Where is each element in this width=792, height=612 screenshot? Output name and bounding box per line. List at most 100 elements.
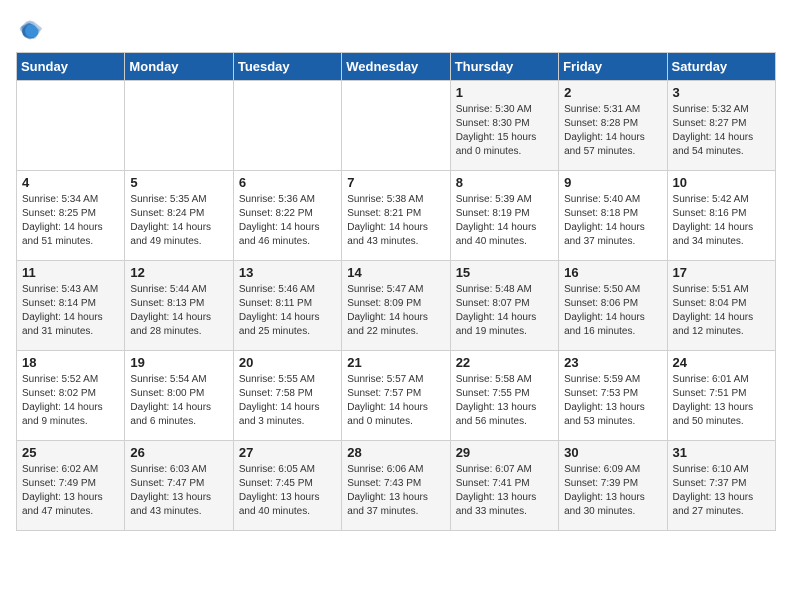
- calendar-cell-w3-d2: 13 Sunrise: 5:46 AM Sunset: 8:11 PM Dayli…: [233, 261, 341, 351]
- day-number: 27: [239, 445, 336, 460]
- day-number: 6: [239, 175, 336, 190]
- calendar-cell-w3-d6: 17 Sunrise: 5:51 AM Sunset: 8:04 PM Dayli…: [667, 261, 775, 351]
- day-number: 10: [673, 175, 770, 190]
- day-number: 5: [130, 175, 227, 190]
- calendar-cell-w4-d6: 24 Sunrise: 6:01 AM Sunset: 7:51 PM Dayli…: [667, 351, 775, 441]
- day-info: Sunrise: 5:46 AM Sunset: 8:11 PM Dayligh…: [239, 283, 336, 339]
- day-number: 17: [673, 265, 770, 280]
- day-number: 15: [456, 265, 553, 280]
- day-number: 22: [456, 355, 553, 370]
- day-info: Sunrise: 5:55 AM Sunset: 7:58 PM Dayligh…: [239, 373, 336, 429]
- week-row-4: 18 Sunrise: 5:52 AM Sunset: 8:02 PM Dayli…: [17, 351, 776, 441]
- day-number: 30: [564, 445, 661, 460]
- day-info: Sunrise: 5:39 AM Sunset: 8:19 PM Dayligh…: [456, 193, 553, 249]
- calendar-header: SundayMondayTuesdayWednesdayThursdayFrid…: [17, 53, 776, 81]
- day-number: 24: [673, 355, 770, 370]
- day-number: 2: [564, 85, 661, 100]
- day-number: 29: [456, 445, 553, 460]
- day-info: Sunrise: 5:43 AM Sunset: 8:14 PM Dayligh…: [22, 283, 119, 339]
- calendar-cell-w4-d3: 21Sunrise: 5:57 AM Sunset: 7:57 PM Dayli…: [342, 351, 450, 441]
- week-row-2: 4 Sunrise: 5:34 AM Sunset: 8:25 PM Daylig…: [17, 171, 776, 261]
- calendar-cell-w5-d5: 30 Sunrise: 6:09 AM Sunset: 7:39 PM Dayli…: [559, 441, 667, 531]
- weekday-sunday: Sunday: [17, 53, 125, 81]
- calendar-cell-w4-d0: 18 Sunrise: 5:52 AM Sunset: 8:02 PM Dayli…: [17, 351, 125, 441]
- day-info: Sunrise: 5:57 AM Sunset: 7:57 PM Dayligh…: [347, 373, 444, 429]
- day-info: Sunrise: 5:54 AM Sunset: 8:00 PM Dayligh…: [130, 373, 227, 429]
- day-number: 25: [22, 445, 119, 460]
- day-info: Sunrise: 5:36 AM Sunset: 8:22 PM Dayligh…: [239, 193, 336, 249]
- calendar-cell-w2-d4: 8 Sunrise: 5:39 AM Sunset: 8:19 PM Daylig…: [450, 171, 558, 261]
- page-header: [16, 16, 776, 44]
- day-info: Sunrise: 5:50 AM Sunset: 8:06 PM Dayligh…: [564, 283, 661, 339]
- calendar-cell-w1-d6: 3 Sunrise: 5:32 AM Sunset: 8:27 PM Daylig…: [667, 81, 775, 171]
- day-info: Sunrise: 6:10 AM Sunset: 7:37 PM Dayligh…: [673, 463, 770, 519]
- day-info: Sunrise: 6:03 AM Sunset: 7:47 PM Dayligh…: [130, 463, 227, 519]
- day-info: Sunrise: 5:52 AM Sunset: 8:02 PM Dayligh…: [22, 373, 119, 429]
- calendar-cell-w5-d4: 29 Sunrise: 6:07 AM Sunset: 7:41 PM Dayli…: [450, 441, 558, 531]
- day-info: Sunrise: 5:47 AM Sunset: 8:09 PM Dayligh…: [347, 283, 444, 339]
- day-number: 9: [564, 175, 661, 190]
- day-number: 11: [22, 265, 119, 280]
- day-number: 14: [347, 265, 444, 280]
- day-info: Sunrise: 6:09 AM Sunset: 7:39 PM Dayligh…: [564, 463, 661, 519]
- calendar-cell-w4-d2: 20 Sunrise: 5:55 AM Sunset: 7:58 PM Dayli…: [233, 351, 341, 441]
- calendar-cell-w5-d2: 27 Sunrise: 6:05 AM Sunset: 7:45 PM Dayli…: [233, 441, 341, 531]
- calendar-cell-w5-d6: 31Sunrise: 6:10 AM Sunset: 7:37 PM Dayli…: [667, 441, 775, 531]
- weekday-saturday: Saturday: [667, 53, 775, 81]
- day-info: Sunrise: 5:48 AM Sunset: 8:07 PM Dayligh…: [456, 283, 553, 339]
- calendar-cell-w2-d2: 6 Sunrise: 5:36 AM Sunset: 8:22 PM Daylig…: [233, 171, 341, 261]
- calendar-cell-w3-d1: 12 Sunrise: 5:44 AM Sunset: 8:13 PM Dayli…: [125, 261, 233, 351]
- day-info: Sunrise: 6:06 AM Sunset: 7:43 PM Dayligh…: [347, 463, 444, 519]
- calendar-cell-w1-d2: [233, 81, 341, 171]
- day-number: 19: [130, 355, 227, 370]
- day-info: Sunrise: 5:51 AM Sunset: 8:04 PM Dayligh…: [673, 283, 770, 339]
- day-number: 13: [239, 265, 336, 280]
- calendar-cell-w2-d5: 9 Sunrise: 5:40 AM Sunset: 8:18 PM Daylig…: [559, 171, 667, 261]
- day-info: Sunrise: 5:34 AM Sunset: 8:25 PM Dayligh…: [22, 193, 119, 249]
- day-number: 8: [456, 175, 553, 190]
- day-number: 7: [347, 175, 444, 190]
- day-info: Sunrise: 5:30 AM Sunset: 8:30 PM Dayligh…: [456, 103, 553, 159]
- day-number: 3: [673, 85, 770, 100]
- day-info: Sunrise: 6:01 AM Sunset: 7:51 PM Dayligh…: [673, 373, 770, 429]
- day-number: 20: [239, 355, 336, 370]
- day-info: Sunrise: 5:44 AM Sunset: 8:13 PM Dayligh…: [130, 283, 227, 339]
- day-number: 1: [456, 85, 553, 100]
- logo-icon: [16, 16, 44, 44]
- calendar-cell-w5-d3: 28Sunrise: 6:06 AM Sunset: 7:43 PM Dayli…: [342, 441, 450, 531]
- calendar-cell-w4-d4: 22Sunrise: 5:58 AM Sunset: 7:55 PM Dayli…: [450, 351, 558, 441]
- day-info: Sunrise: 5:40 AM Sunset: 8:18 PM Dayligh…: [564, 193, 661, 249]
- week-row-5: 25 Sunrise: 6:02 AM Sunset: 7:49 PM Dayli…: [17, 441, 776, 531]
- weekday-friday: Friday: [559, 53, 667, 81]
- weekday-monday: Monday: [125, 53, 233, 81]
- weekday-wednesday: Wednesday: [342, 53, 450, 81]
- week-row-3: 11 Sunrise: 5:43 AM Sunset: 8:14 PM Dayli…: [17, 261, 776, 351]
- calendar-cell-w2-d6: 10 Sunrise: 5:42 AM Sunset: 8:16 PM Dayli…: [667, 171, 775, 261]
- day-info: Sunrise: 6:05 AM Sunset: 7:45 PM Dayligh…: [239, 463, 336, 519]
- day-info: Sunrise: 5:59 AM Sunset: 7:53 PM Dayligh…: [564, 373, 661, 429]
- calendar-cell-w5-d0: 25 Sunrise: 6:02 AM Sunset: 7:49 PM Dayli…: [17, 441, 125, 531]
- calendar-cell-w5-d1: 26 Sunrise: 6:03 AM Sunset: 7:47 PM Dayli…: [125, 441, 233, 531]
- day-info: Sunrise: 5:32 AM Sunset: 8:27 PM Dayligh…: [673, 103, 770, 159]
- day-info: Sunrise: 6:02 AM Sunset: 7:49 PM Dayligh…: [22, 463, 119, 519]
- day-info: Sunrise: 5:35 AM Sunset: 8:24 PM Dayligh…: [130, 193, 227, 249]
- day-number: 4: [22, 175, 119, 190]
- calendar-cell-w1-d1: [125, 81, 233, 171]
- weekday-thursday: Thursday: [450, 53, 558, 81]
- calendar-cell-w1-d5: 2Sunrise: 5:31 AM Sunset: 8:28 PM Daylig…: [559, 81, 667, 171]
- calendar-cell-w3-d3: 14 Sunrise: 5:47 AM Sunset: 8:09 PM Dayli…: [342, 261, 450, 351]
- day-info: Sunrise: 6:07 AM Sunset: 7:41 PM Dayligh…: [456, 463, 553, 519]
- day-number: 16: [564, 265, 661, 280]
- day-number: 12: [130, 265, 227, 280]
- week-row-1: 1 Sunrise: 5:30 AM Sunset: 8:30 PM Daylig…: [17, 81, 776, 171]
- day-number: 18: [22, 355, 119, 370]
- day-number: 23: [564, 355, 661, 370]
- calendar-cell-w2-d0: 4 Sunrise: 5:34 AM Sunset: 8:25 PM Daylig…: [17, 171, 125, 261]
- day-number: 26: [130, 445, 227, 460]
- weekday-tuesday: Tuesday: [233, 53, 341, 81]
- calendar-cell-w4-d1: 19 Sunrise: 5:54 AM Sunset: 8:00 PM Dayli…: [125, 351, 233, 441]
- calendar-cell-w2-d3: 7Sunrise: 5:38 AM Sunset: 8:21 PM Daylig…: [342, 171, 450, 261]
- day-info: Sunrise: 5:42 AM Sunset: 8:16 PM Dayligh…: [673, 193, 770, 249]
- calendar-body: 1 Sunrise: 5:30 AM Sunset: 8:30 PM Daylig…: [17, 81, 776, 531]
- calendar-cell-w3-d4: 15 Sunrise: 5:48 AM Sunset: 8:07 PM Dayli…: [450, 261, 558, 351]
